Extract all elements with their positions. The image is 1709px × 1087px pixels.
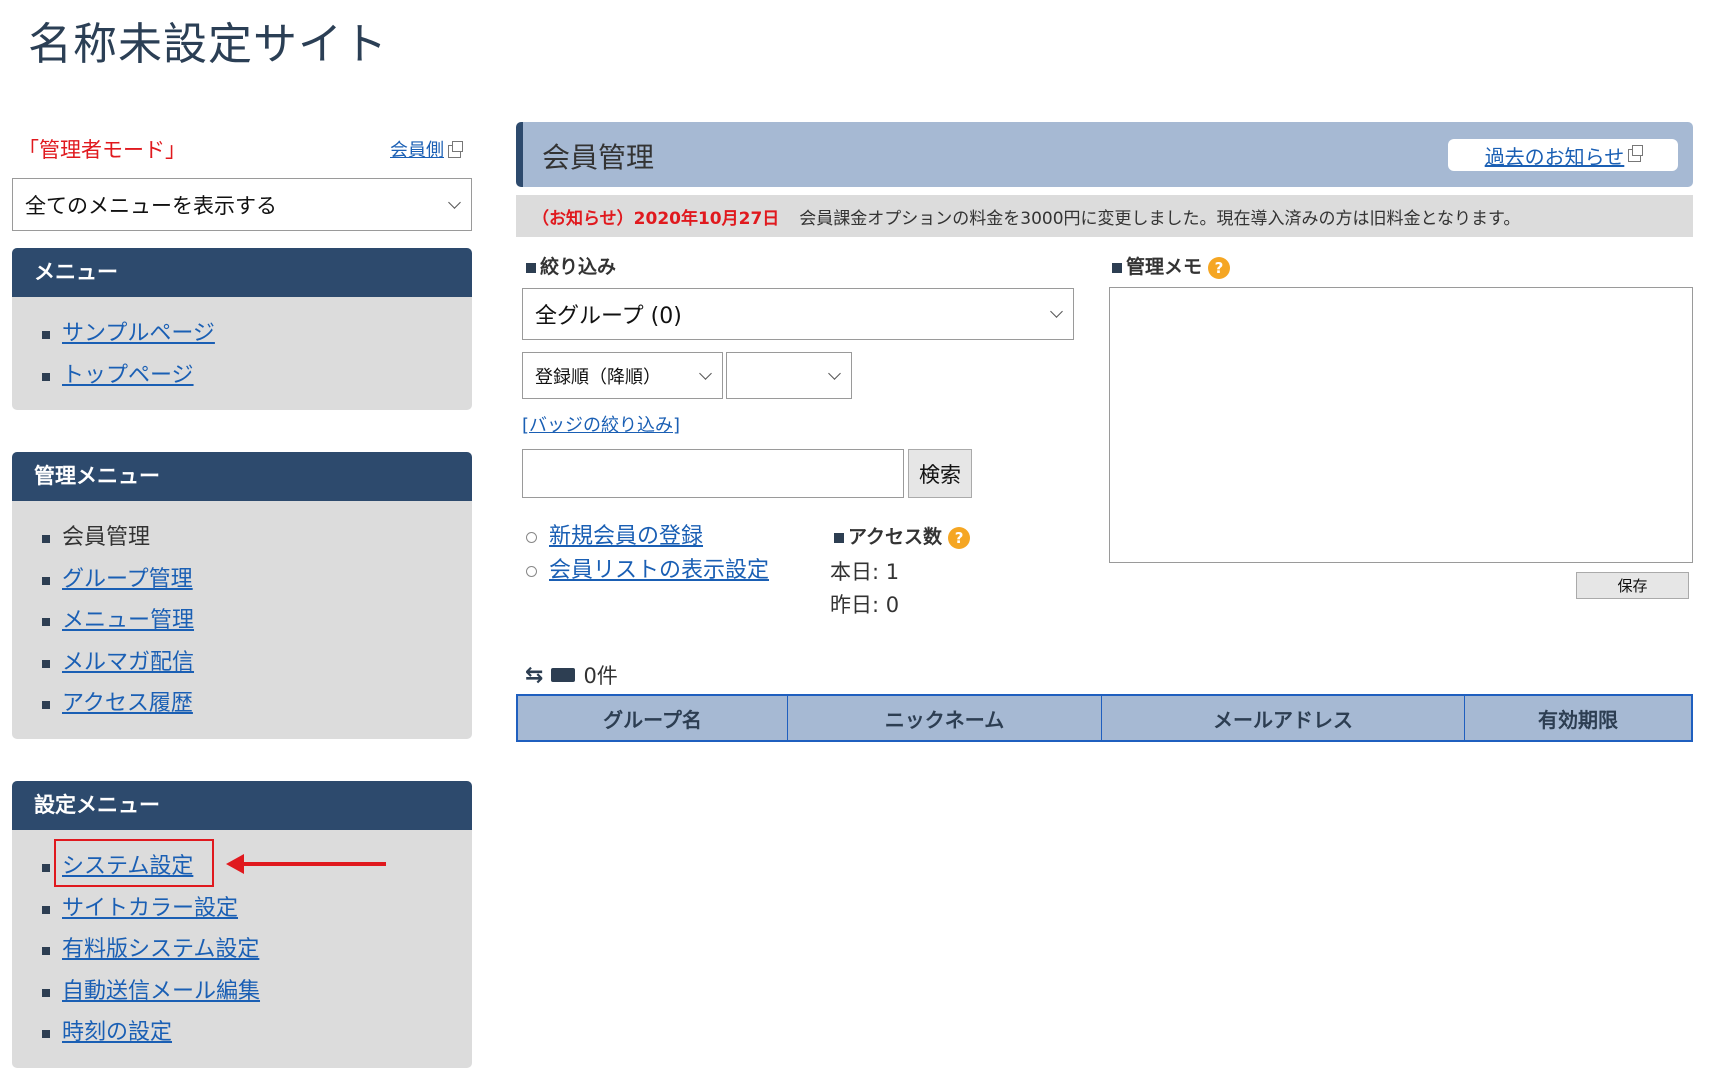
column-header-expiry[interactable]: 有効期限 (1465, 696, 1691, 740)
admin-menu-item-link[interactable]: グループ管理 (62, 567, 193, 592)
access-today: 本日: 1 (830, 560, 900, 584)
menu-item-sample-page: サンプルページ (40, 313, 472, 355)
group-select[interactable]: 全グループ (0) (522, 288, 1074, 340)
settings-menu-item-time: 時刻の設定 (40, 1012, 472, 1054)
column-header-nickname[interactable]: ニックネーム (788, 696, 1102, 740)
member-action-links: 新規会員の登録 会員リストの表示設定 (526, 520, 769, 588)
memo-label-text: 管理メモ (1126, 256, 1203, 278)
list-display-settings-row: 会員リストの表示設定 (526, 554, 769, 588)
menu-filter-value: 全てのメニューを表示する (25, 193, 277, 218)
admin-mode-label: 「管理者モード」 (18, 138, 186, 162)
menu-item-top-page: トップページ (40, 355, 472, 397)
menu-item-link[interactable]: サンプルページ (62, 321, 215, 346)
new-member-link[interactable]: 新規会員の登録 (549, 524, 703, 549)
chevron-down-icon (699, 366, 712, 380)
square-bullet-icon (526, 262, 536, 273)
settings-menu-item-link[interactable]: 時刻の設定 (62, 1020, 172, 1045)
menu-list: サンプルページ トップページ (12, 297, 472, 410)
filter-section-label: 絞り込み (526, 252, 616, 279)
notice-bar: （お知らせ）2020年10月27日 会員課金オプションの料金を3000円に変更し… (516, 195, 1693, 237)
settings-menu-item-link[interactable]: 自動送信メール編集 (62, 979, 260, 1004)
settings-menu-item-link[interactable]: 有料版システム設定 (62, 937, 259, 962)
list-display-settings-link[interactable]: 会員リストの表示設定 (549, 558, 769, 583)
menu-panel-title: メニュー (12, 248, 472, 297)
members-table-header: グループ名 ニックネーム メールアドレス 有効期限 (516, 694, 1693, 742)
circle-bullet-icon (526, 531, 537, 543)
admin-menu-item-link[interactable]: メルマガ配信 (62, 650, 194, 675)
square-bullet-icon (1112, 262, 1122, 273)
help-icon[interactable]: ? (1208, 256, 1231, 279)
admin-menu-panel: 管理メニュー 会員管理 グループ管理 メニュー管理 メルマガ配信 アクセス履歴 (12, 452, 472, 739)
memo-textarea[interactable] (1109, 287, 1693, 563)
badge-filter-label[interactable]: [バッジの絞り込み] (522, 415, 680, 436)
past-notices-label[interactable]: 過去のお知らせ (1485, 141, 1625, 170)
help-icon[interactable]: ? (948, 526, 971, 549)
member-side-link-label[interactable]: 会員側 (390, 140, 444, 161)
access-yesterday: 昨日: 0 (830, 593, 900, 617)
memo-section-label: 管理メモ? (1112, 252, 1231, 279)
chevron-down-icon (1050, 305, 1063, 318)
ram-icon[interactable] (551, 668, 576, 682)
page-title: 会員管理 (542, 141, 655, 174)
settings-menu-panel-title: 設定メニュー (12, 781, 472, 830)
settings-menu-panel: 設定メニュー システム設定 サイトカラー設定 有料版システム設定 自動送信メール… (12, 781, 472, 1068)
settings-menu-item-site-color: サイトカラー設定 (40, 888, 472, 930)
settings-menu-item-link[interactable]: サイトカラー設定 (62, 896, 238, 921)
admin-menu-item-mailmag: メルマガ配信 (40, 642, 472, 684)
access-count-label: アクセス数? (834, 522, 971, 549)
list-count: 0件 (583, 664, 618, 688)
search-button[interactable]: 検索 (908, 449, 972, 498)
new-member-link-row: 新規会員の登録 (526, 520, 769, 554)
order-select[interactable]: 登録順（降順） (522, 352, 723, 399)
external-link-icon (1628, 144, 1644, 162)
chevron-down-icon (828, 366, 841, 380)
swap-icon[interactable]: ⇆ (525, 663, 543, 688)
search-input[interactable] (522, 449, 904, 498)
notice-text: 会員課金オプションの料金を3000円に変更しました。現在導入済みの方は旧料金とな… (799, 208, 1521, 229)
admin-menu-item-groups: グループ管理 (40, 559, 472, 601)
filter-label-text: 絞り込み (540, 256, 617, 278)
admin-menu-item-current: 会員管理 (62, 525, 151, 550)
menu-item-link[interactable]: トップページ (62, 363, 194, 388)
save-button[interactable]: 保存 (1576, 572, 1689, 599)
menu-filter-select[interactable]: 全てのメニューを表示する (12, 178, 472, 231)
site-title: 名称未設定サイト (28, 19, 388, 70)
chevron-down-icon (448, 195, 461, 209)
member-side-link[interactable]: 会員側 (390, 136, 463, 162)
admin-menu-item-menus: メニュー管理 (40, 600, 472, 642)
badge-filter-link[interactable]: [バッジの絞り込み] (522, 411, 680, 437)
list-count-row: ⇆ 0件 (525, 660, 618, 690)
secondary-order-select[interactable] (726, 352, 852, 399)
group-select-value: 全グループ (0) (535, 304, 682, 329)
external-link-icon (448, 140, 463, 158)
notice-date: （お知らせ）2020年10月27日 (532, 208, 780, 229)
square-bullet-icon (834, 532, 844, 543)
annotation-arrow-line (240, 862, 386, 866)
column-header-email[interactable]: メールアドレス (1102, 696, 1465, 740)
access-label-text: アクセス数 (848, 526, 943, 548)
admin-menu-item-link[interactable]: メニュー管理 (62, 608, 194, 633)
order-select-value: 登録順（降順） (535, 366, 661, 388)
admin-menu-item-link[interactable]: アクセス履歴 (62, 691, 193, 716)
admin-menu-list: 会員管理 グループ管理 メニュー管理 メルマガ配信 アクセス履歴 (12, 501, 472, 739)
circle-bullet-icon (526, 565, 537, 577)
highlight-box (54, 839, 214, 887)
settings-menu-item-auto-mail: 自動送信メール編集 (40, 971, 472, 1013)
past-notices-button[interactable]: 過去のお知らせ (1448, 139, 1678, 171)
column-header-group[interactable]: グループ名 (518, 696, 788, 740)
admin-menu-panel-title: 管理メニュー (12, 452, 472, 501)
admin-menu-item-members: 会員管理 (40, 517, 472, 559)
admin-menu-item-access-history: アクセス履歴 (40, 683, 472, 725)
menu-panel: メニュー サンプルページ トップページ (12, 248, 472, 410)
settings-menu-item-paid-system: 有料版システム設定 (40, 929, 472, 971)
